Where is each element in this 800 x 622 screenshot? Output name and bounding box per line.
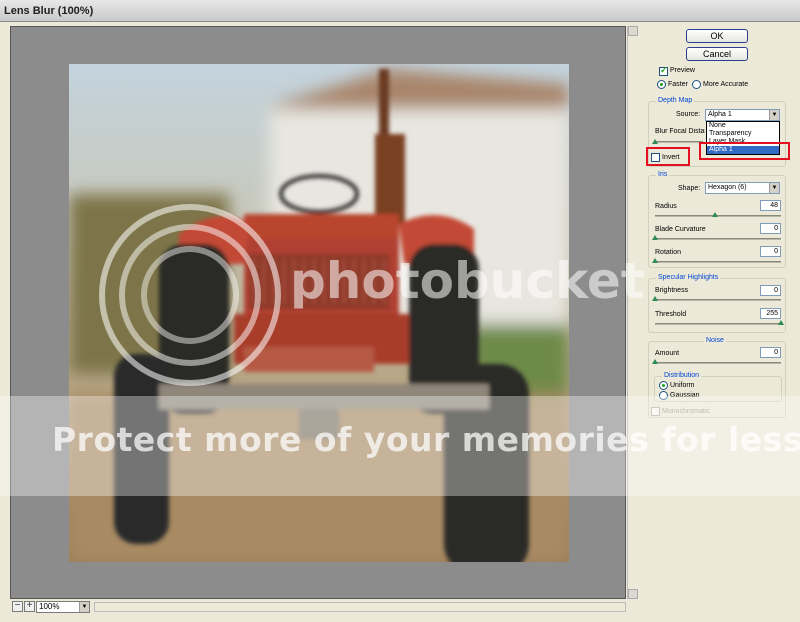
shape-label: Shape: <box>678 185 701 192</box>
uniform-radio[interactable] <box>659 381 668 390</box>
specular-highlights-title: Specular Highlights <box>656 274 721 281</box>
status-bar: − + 100% ▼ <box>10 600 626 614</box>
preview-label: Preview <box>670 67 695 74</box>
radius-label: Radius <box>655 203 677 210</box>
ok-button[interactable]: OK <box>686 29 748 43</box>
preview-checkbox[interactable] <box>659 65 668 76</box>
highlight-box-invert <box>646 147 690 166</box>
more-accurate-label: More Accurate <box>703 81 749 88</box>
distribution-title: Distribution <box>662 372 702 379</box>
source-value: Alpha 1 <box>708 111 732 118</box>
threshold-input[interactable]: 255 <box>760 308 781 319</box>
brightness-slider[interactable] <box>655 299 781 301</box>
rotation-input[interactable]: 0 <box>760 246 781 257</box>
amount-thumb[interactable] <box>652 359 658 364</box>
source-option-none[interactable]: None <box>707 122 779 130</box>
blur-focal-distance-label: Blur Focal Distance <box>655 128 705 135</box>
blade-curvature-label: Blade Curvature <box>655 226 706 233</box>
brightness-thumb[interactable] <box>652 296 658 301</box>
rotation-label: Rotation <box>655 249 682 256</box>
focal-distance-slider[interactable] <box>655 141 703 143</box>
threshold-thumb[interactable] <box>778 320 784 325</box>
photobucket-watermark-text: photobucket <box>290 252 645 310</box>
vertical-scrollbar[interactable] <box>627 26 638 599</box>
focal-distance-thumb[interactable] <box>652 139 658 144</box>
window-title: Lens Blur (100%) <box>0 0 800 22</box>
zoom-level-value: 100% <box>39 602 60 611</box>
zoom-out-button[interactable]: − <box>12 601 23 612</box>
zoom-level-select[interactable]: 100% ▼ <box>36 601 90 613</box>
rotation-slider[interactable] <box>655 261 781 263</box>
amount-slider[interactable] <box>655 362 781 364</box>
depth-map-title: Depth Map <box>656 97 695 104</box>
highlight-box-alpha <box>699 142 790 160</box>
scroll-up-arrow-icon[interactable] <box>628 26 638 36</box>
chevron-down-icon: ▼ <box>769 183 779 193</box>
photobucket-logo-icon <box>99 204 281 386</box>
source-option-transparency[interactable]: Transparency <box>707 130 779 138</box>
brightness-input[interactable]: 0 <box>760 285 781 296</box>
faster-label: Faster <box>668 81 688 88</box>
scroll-down-arrow-icon[interactable] <box>628 589 638 599</box>
chevron-down-icon: ▼ <box>79 602 89 612</box>
blade-curvature-input[interactable]: 0 <box>760 223 781 234</box>
radius-slider-thumb[interactable] <box>712 212 719 217</box>
radius-input[interactable]: 48 <box>760 200 781 211</box>
rotation-thumb[interactable] <box>652 258 658 263</box>
horizontal-scrollbar[interactable] <box>94 602 626 612</box>
threshold-slider[interactable] <box>655 323 781 325</box>
uniform-label: Uniform <box>670 382 695 389</box>
more-accurate-radio[interactable] <box>692 80 701 89</box>
faster-radio[interactable] <box>657 80 666 89</box>
zoom-in-button[interactable]: + <box>24 601 35 612</box>
blade-curvature-thumb[interactable] <box>652 235 658 240</box>
chevron-down-icon: ▼ <box>769 110 779 120</box>
amount-input[interactable]: 0 <box>760 347 781 358</box>
noise-title: Noise <box>704 337 726 344</box>
amount-label: Amount <box>655 350 680 357</box>
source-label: Source: <box>676 111 701 118</box>
blade-curvature-slider[interactable] <box>655 238 781 240</box>
shape-value: Hexagon (6) <box>708 184 747 191</box>
brightness-label: Brightness <box>655 287 689 294</box>
threshold-label: Threshold <box>655 311 687 318</box>
source-select[interactable]: Alpha 1 ▼ <box>705 109 780 121</box>
shape-select[interactable]: Hexagon (6) ▼ <box>705 182 780 194</box>
watermark-tagline: Protect more of your memories for less! <box>52 420 800 459</box>
cancel-button[interactable]: Cancel <box>686 47 748 61</box>
iris-title: Iris <box>656 171 670 178</box>
